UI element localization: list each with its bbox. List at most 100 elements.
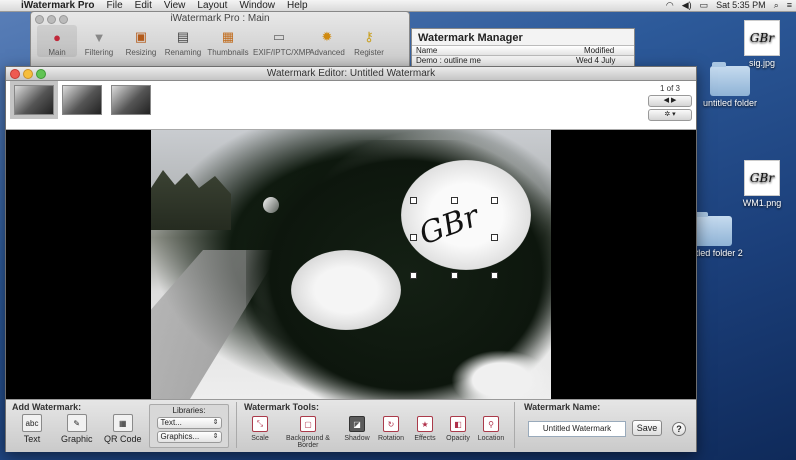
zoom-icon[interactable] [36,69,46,79]
tool-renaming[interactable]: ▤ Renaming [163,25,203,57]
funnel-icon: ▼ [92,29,106,45]
preview-thumbnail-1[interactable] [10,81,58,119]
resize-handle[interactable] [451,272,458,279]
signature-watermark[interactable]: GBr [410,197,498,279]
column-header-name[interactable]: Name [412,46,580,55]
list-item[interactable]: Demo : outline me Wed 4 July [412,56,634,65]
watermark-tools-title: Watermark Tools: [244,402,320,412]
tool-advanced[interactable]: ✹ Advanced [307,25,347,57]
add-qr-code-button[interactable]: ▦ QR Code [104,414,142,444]
chevron-left-icon[interactable]: ◀ [664,97,669,104]
add-graphic-button[interactable]: ✎ Graphic [61,414,93,444]
tool-rotation[interactable]: ↻ Rotation [376,416,406,442]
menu-window[interactable]: Window [233,0,281,11]
prev-next-buttons[interactable]: ◀ ▶ [648,95,692,107]
menu-clock[interactable]: Sat 5:35 PM [712,0,770,11]
tool-background-border[interactable]: ▢ Background & Border [276,416,340,449]
scale-icon: ⤡ [252,416,268,432]
help-button[interactable]: ? [672,422,686,436]
close-icon[interactable] [35,15,44,24]
menu-edit[interactable]: Edit [129,0,158,11]
preview-thumbnail-3[interactable] [111,85,151,115]
tool-shadow[interactable]: ◪ Shadow [342,416,372,442]
tool-resizing[interactable]: ▣ Resizing [121,25,161,57]
save-button[interactable]: Save [632,420,662,436]
thumbnail-strip: 1 of 3 ◀ ▶ ✲ ▾ [6,81,696,130]
menu-layout[interactable]: Layout [191,0,233,11]
preview-thumbnail-2[interactable] [62,85,102,115]
menu-file[interactable]: File [101,0,129,11]
resize-handle[interactable] [491,272,498,279]
wifi-icon[interactable]: ◠ [662,0,678,11]
close-icon[interactable] [10,69,20,79]
tool-main[interactable]: ● Main [37,25,77,57]
resize-handle[interactable] [451,197,458,204]
tool-location[interactable]: ⚲ Location [476,416,506,442]
divider [514,402,515,448]
main-window-title: iWatermark Pro : Main [170,13,270,24]
menu-app-name[interactable]: iWatermark Pro [15,0,101,11]
chevron-right-icon[interactable]: ▶ [671,97,676,104]
watermark-name-group: Watermark Name: [524,402,600,412]
tool-effects[interactable]: ★ Effects [410,416,440,442]
tool-scale[interactable]: ⤡ Scale [248,416,272,442]
preview-canvas[interactable]: GBr [6,130,696,399]
desktop-icon-untitled-folder[interactable]: untitled folder [698,62,762,108]
column-header-modified[interactable]: Modified [580,46,618,55]
spotlight-icon[interactable]: ⌕ [770,0,783,11]
text-icon: abc [22,414,42,432]
main-window: iWatermark Pro : Main ● Main ▼ Filtering ▣… [30,11,410,69]
editor-title: Watermark Editor: Untitled Watermark [266,68,436,79]
folder-icon [692,212,732,246]
rotate-icon: ↻ [383,416,399,432]
tool-thumbnails[interactable]: ▦ Thumbnails [205,25,251,57]
window-controls [10,69,46,79]
menu-help[interactable]: Help [281,0,314,11]
gear-icon: ✲ ▾ [664,111,676,118]
desktop-icon-wm1-png[interactable]: GBr WM1.png [730,160,794,208]
photo-background-trees [151,170,231,230]
opacity-icon: ◧ [450,416,466,432]
gear-icon: ✹ [321,29,333,44]
resize-handle[interactable] [410,197,417,204]
key-icon: ⚷ [364,29,374,44]
desktop-icon-sig-jpg[interactable]: GBr sig.jpg [730,20,794,68]
window-controls [35,15,68,24]
libraries-box: Libraries: Text... Graphics... [149,404,229,448]
resize-handle[interactable] [491,197,498,204]
tool-opacity[interactable]: ◧ Opacity [443,416,473,442]
bottom-panel: Add Watermark: abc Text ✎ Graphic ▦ QR Code… [6,399,696,452]
image-icon: GBr [744,160,780,196]
qr-code-icon: ▦ [112,414,133,432]
battery-icon[interactable]: ▭ [696,0,713,11]
preview-photo: GBr [151,130,551,399]
add-text-button[interactable]: abc Text [22,414,42,444]
signature-watermark-text: GBr [414,198,484,253]
thumbnails-icon: ▦ [221,29,235,44]
menu-view[interactable]: View [158,0,192,11]
desktop-icon-label: WM1.png [742,198,782,208]
tool-register[interactable]: ⚷ Register [349,25,389,57]
resize-handle[interactable] [491,234,498,241]
zoom-icon[interactable] [59,15,68,24]
rename-icon: ▤ [176,29,190,44]
page-navigator: 1 of 3 ◀ ▶ ✲ ▾ [648,84,692,126]
minimize-icon[interactable] [23,69,33,79]
list-icon[interactable]: ≡ [783,0,796,11]
resize-handle[interactable] [410,234,417,241]
text-library-select[interactable]: Text... [156,417,222,429]
graphic-icon: ✎ [66,414,87,432]
volume-icon[interactable]: ◀) [678,0,696,11]
action-menu-button[interactable]: ✲ ▾ [648,109,692,121]
tool-exif[interactable]: ▭ EXIF/IPTC/XMP [253,25,311,57]
image-icon: GBr [744,20,780,56]
watermark-name-field[interactable]: Untitled Watermark [528,421,626,437]
watermark-tools-group: Watermark Tools: [244,402,319,412]
id-card-icon: ▭ [272,29,286,44]
tool-filtering[interactable]: ▼ Filtering [79,25,119,58]
minimize-icon[interactable] [47,15,56,24]
add-watermark-group: Add Watermark: [12,402,81,412]
resize-handle[interactable] [410,272,417,279]
graphics-library-select[interactable]: Graphics... [156,431,222,443]
shadow-icon: ◪ [349,416,365,432]
